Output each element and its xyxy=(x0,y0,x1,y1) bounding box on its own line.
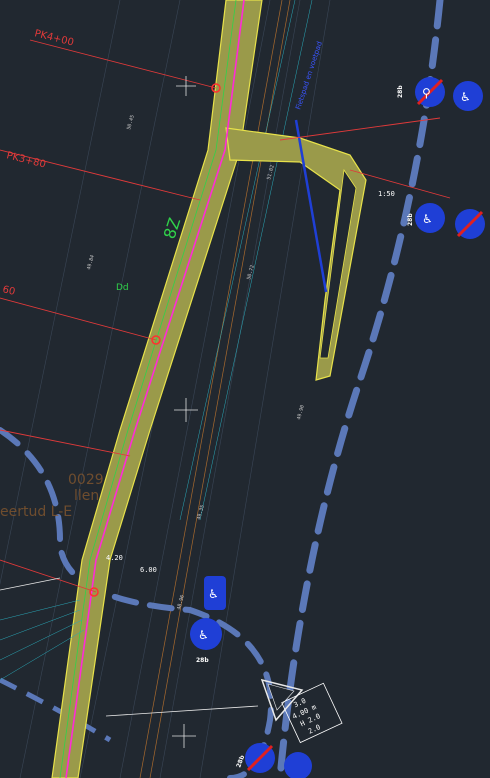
chainage-label-pk380: PK3+80 xyxy=(5,150,47,170)
svg-text:♿: ♿ xyxy=(460,90,471,104)
dashed-arc-bottom-left xyxy=(0,677,112,743)
chainage-label-60: 60 xyxy=(1,284,16,298)
orange-text-line2: llen xyxy=(74,488,99,504)
scale-mark-3: 6.00 xyxy=(140,566,157,574)
dashed-border-left xyxy=(0,427,274,778)
sign-group-middle: ♿ 28b xyxy=(407,203,485,239)
dashed-border-right xyxy=(276,0,444,778)
crosshair-icon xyxy=(172,76,198,748)
svg-text:49.84: 49.84 xyxy=(86,254,96,270)
orange-text-line3: eertud L-E xyxy=(0,504,72,520)
sign-group-top: ⚲ ♿ 28b xyxy=(397,77,483,111)
bicycle-pedestrian-sign-icon xyxy=(284,752,312,778)
scale-mark-1: 1:50 xyxy=(378,190,395,198)
sign-code-4: 28b xyxy=(235,754,246,769)
cad-drawing-viewport[interactable]: PK4+00 PK3+80 60 8Z Dd 0029 llen eertud … xyxy=(0,0,490,778)
construction-lines xyxy=(0,0,331,778)
svg-text:50.45: 50.45 xyxy=(126,114,136,130)
blue-note: Fietspad en voetpad xyxy=(294,40,324,110)
svg-text:♿: ♿ xyxy=(422,212,433,226)
svg-text:50.72: 50.72 xyxy=(246,264,256,280)
chainage-label-pk400: PK4+00 xyxy=(33,28,75,48)
cad-canvas[interactable]: PK4+00 PK3+80 60 8Z Dd 0029 llen eertud … xyxy=(0,0,490,778)
orange-text-line1: 0029 xyxy=(68,472,104,488)
svg-text:♿: ♿ xyxy=(208,587,219,601)
svg-text:49.35: 49.35 xyxy=(196,504,206,520)
green-mark-dd: Dd xyxy=(116,283,129,293)
sign-code-2: 28b xyxy=(407,213,414,226)
svg-text:51.02: 51.02 xyxy=(266,164,276,180)
svg-text:♿: ♿ xyxy=(198,628,209,642)
sign-group-bottom: 28b xyxy=(235,743,312,778)
svg-text:⚲: ⚲ xyxy=(422,86,431,100)
cycle-path xyxy=(51,0,263,778)
sign-code-3: 28b xyxy=(196,657,209,664)
scale-mark-2: 4.20 xyxy=(106,554,123,562)
sign-code-1: 28b xyxy=(397,85,404,98)
svg-text:49.90: 49.90 xyxy=(296,404,306,420)
